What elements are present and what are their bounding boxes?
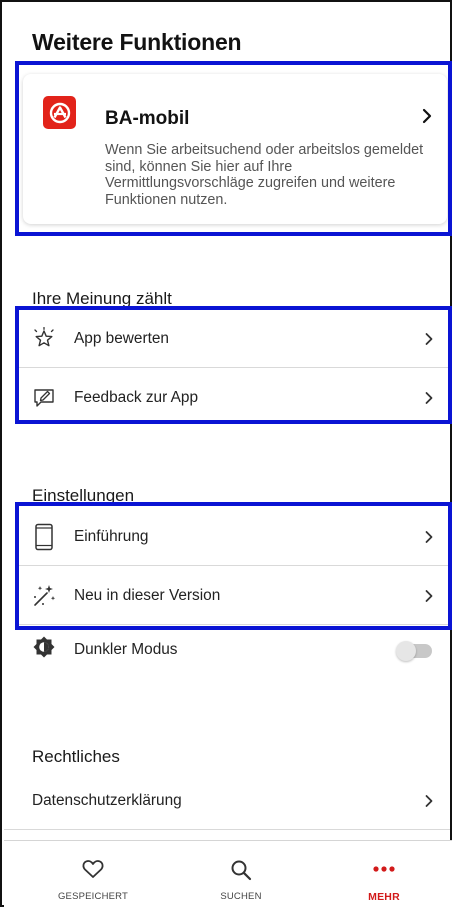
nav-gespeichert[interactable]: GESPEICHERT xyxy=(33,841,153,907)
dunkler-modus-row: Dunkler Modus xyxy=(16,629,450,689)
dark-mode-icon xyxy=(22,635,66,659)
highlight-box-feedback xyxy=(15,306,452,424)
more-dots-icon xyxy=(324,865,444,889)
page-title: Weitere Funktionen xyxy=(32,29,242,55)
heart-icon xyxy=(33,859,153,883)
legal-section-heading: Rechtliches xyxy=(32,747,120,766)
highlight-box-settings xyxy=(15,502,452,630)
nav-suchen[interactable]: SUCHEN xyxy=(181,841,301,907)
screen: Weitere Funktionen BA-mobil Wenn Sie arb… xyxy=(0,0,452,907)
bottom-navigation: GESPEICHERT SUCHEN MEHR xyxy=(4,840,452,907)
nav-mehr-label: MEHR xyxy=(368,891,400,903)
nav-mehr[interactable]: MEHR xyxy=(324,841,444,907)
datenschutz-label: Datenschutzerklärung xyxy=(32,791,182,809)
datenschutz-row[interactable]: Datenschutzerklärung xyxy=(4,772,450,830)
dunkler-modus-label: Dunkler Modus xyxy=(74,641,178,658)
chevron-right-icon xyxy=(414,794,444,808)
nav-suchen-label: SUCHEN xyxy=(220,891,262,902)
search-icon xyxy=(181,859,301,883)
highlight-box-ba-mobil xyxy=(15,61,452,236)
toggle-knob xyxy=(396,641,416,661)
nav-gespeichert-label: GESPEICHERT xyxy=(57,891,129,902)
dark-mode-toggle[interactable] xyxy=(396,641,432,661)
